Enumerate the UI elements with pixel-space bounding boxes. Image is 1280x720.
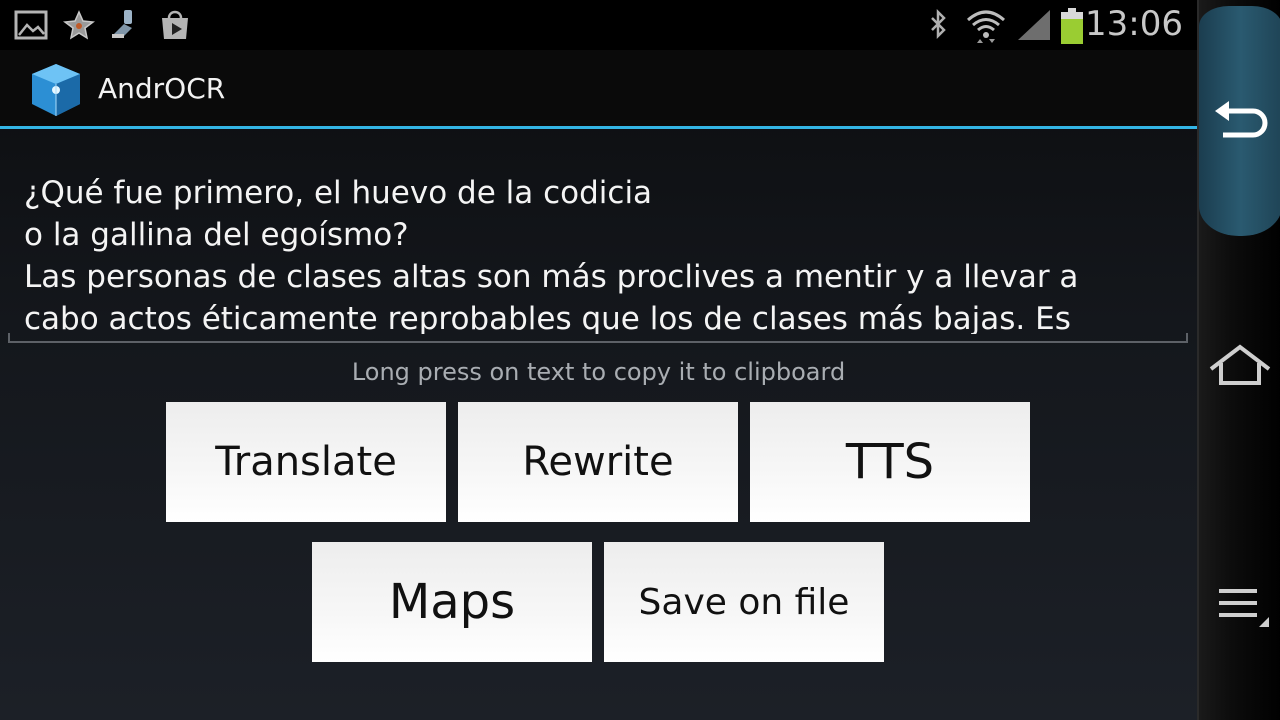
battery-icon	[1058, 8, 1088, 44]
action-bar: AndrOCR	[0, 50, 1197, 129]
tts-button[interactable]: TTS	[750, 402, 1030, 522]
bluetooth-icon	[922, 8, 956, 42]
rewrite-button[interactable]: Rewrite	[458, 402, 738, 522]
wifi-icon	[966, 8, 1005, 43]
status-bar: 13:06	[0, 0, 1197, 50]
usb-debug-icon	[108, 8, 142, 42]
back-button[interactable]	[1199, 86, 1280, 156]
translate-button[interactable]: Translate	[166, 402, 446, 522]
gallery-icon	[14, 8, 48, 42]
navigation-bar	[1197, 0, 1280, 720]
home-button[interactable]	[1199, 332, 1280, 402]
ocr-result-text[interactable]: ¿Qué fue primero, el huevo de la codicia…	[24, 172, 1174, 334]
cube-icon	[26, 60, 86, 120]
status-time: 13:06	[1085, 4, 1183, 44]
menu-button[interactable]	[1199, 572, 1280, 642]
save-on-file-button[interactable]: Save on file	[604, 542, 884, 662]
star-icon	[62, 8, 96, 42]
text-field-underline	[8, 333, 1188, 343]
signal-icon	[1016, 8, 1050, 42]
play-store-icon	[158, 8, 192, 42]
maps-button[interactable]: Maps	[312, 542, 592, 662]
app-title: AndrOCR	[98, 72, 226, 105]
app-window: 13:06 AndrOCR ¿Qué fue primero, el huevo…	[0, 0, 1197, 720]
copy-hint: Long press on text to copy it to clipboa…	[351, 358, 846, 386]
